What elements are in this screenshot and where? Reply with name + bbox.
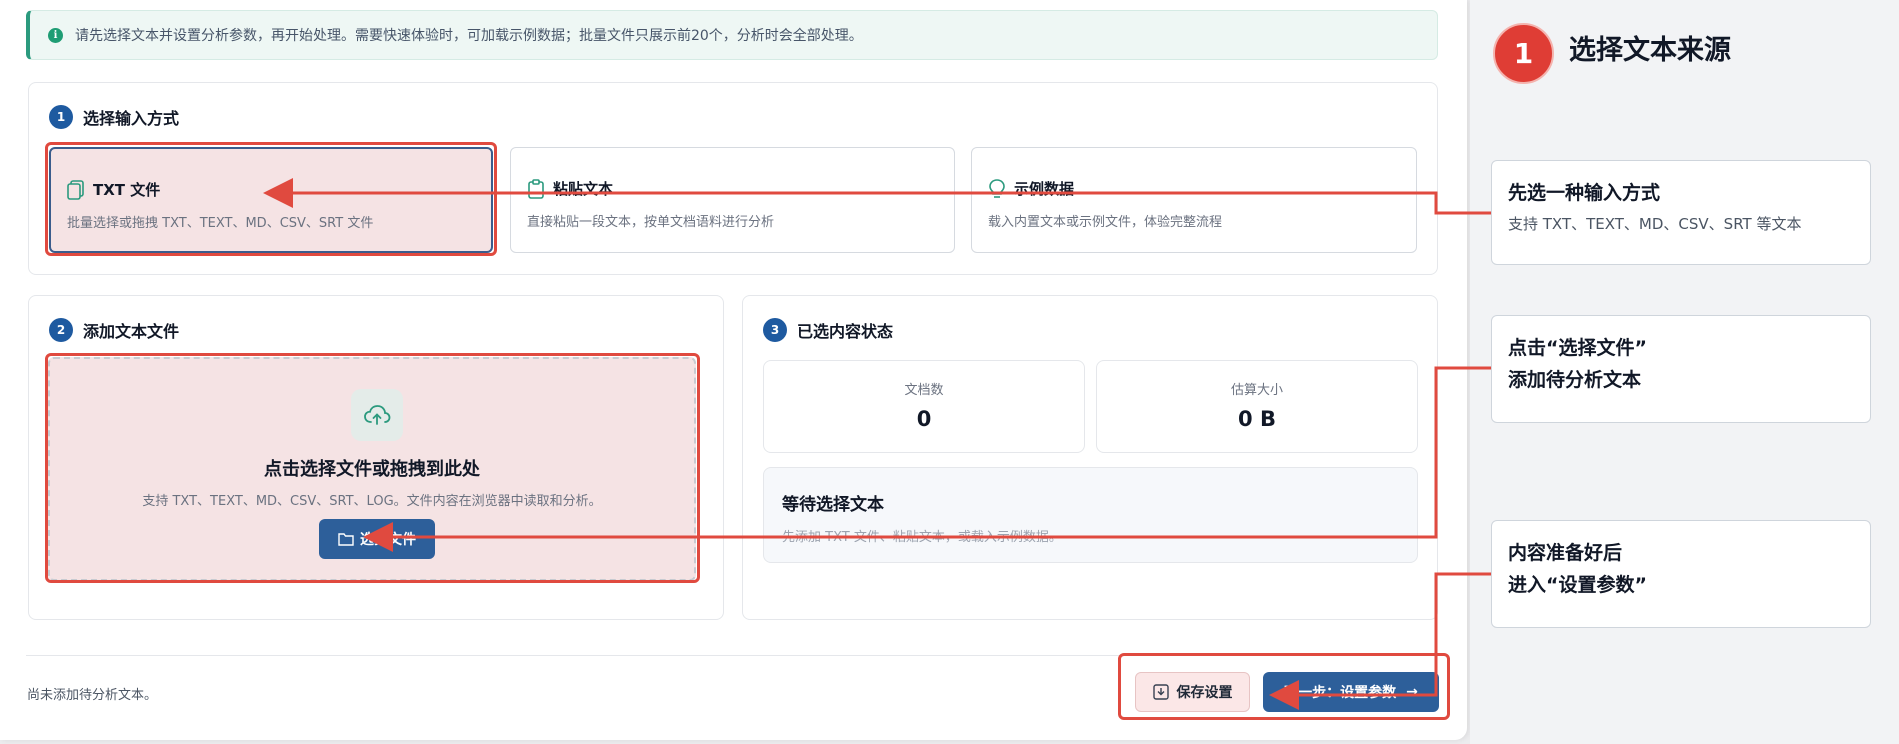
folder-icon <box>338 533 354 546</box>
main-panel: i 请先选择文本并设置分析参数，再开始处理。需要快速体验时，可加载示例数据；批量… <box>0 0 1467 740</box>
option-paste-title: 粘贴文本 <box>553 180 614 198</box>
step-number-circle: 1 <box>1493 23 1554 84</box>
stat-size-label: 估算大小 <box>1230 383 1283 398</box>
add-files-heading: 2 添加文本文件 <box>49 318 179 342</box>
option-txt-file[interactable]: TXT 文件 批量选择或拖拽 TXT、TEXT、MD、CSV、SRT 文件 <box>49 147 493 253</box>
arrow-right-icon: → <box>1406 684 1418 700</box>
callout-3-line2: 进入“设置参数” <box>1508 574 1647 596</box>
selection-status-card <box>742 295 1438 620</box>
stat-doc-count: 文档数 0 <box>763 360 1085 453</box>
callout-3-line1: 内容准备好后 <box>1508 542 1623 564</box>
info-icon: i <box>48 27 63 43</box>
callout-choose-file: 点击“选择文件” 添加待分析文本 <box>1491 315 1871 423</box>
option-txt-desc: 批量选择或拖拽 TXT、TEXT、MD、CSV、SRT 文件 <box>67 216 374 231</box>
step-badge-2: 2 <box>49 318 73 342</box>
file-copy-icon <box>67 179 84 200</box>
option-sample-title: 示例数据 <box>1014 180 1075 198</box>
option-sample-data[interactable]: 示例数据 载入内置文本或示例文件，体验完整流程 <box>971 147 1417 253</box>
download-icon <box>1152 684 1169 700</box>
save-settings-button[interactable]: 保存设置 <box>1135 672 1250 712</box>
waiting-title: 等待选择文本 <box>782 495 884 515</box>
add-files-title: 添加文本文件 <box>83 322 180 341</box>
choose-file-button[interactable]: 选择文件 <box>319 519 435 559</box>
stat-estimated-size: 估算大小 0 B <box>1096 360 1418 453</box>
stat-size-value: 0 B <box>1238 407 1276 431</box>
option-paste-desc: 直接粘贴一段文本，按单文档语料进行分析 <box>527 215 775 230</box>
option-sample-desc: 载入内置文本或示例文件，体验完整流程 <box>988 215 1223 230</box>
footer-status: 尚未添加待分析文本。 <box>27 688 158 703</box>
step-title: 选择文本来源 <box>1569 35 1731 66</box>
selection-status-title: 已选内容状态 <box>797 322 894 341</box>
step-badge-3: 3 <box>763 318 787 342</box>
save-settings-label: 保存设置 <box>1176 685 1233 701</box>
notice-text: 请先选择文本并设置分析参数，再开始处理。需要快速体验时，可加载示例数据；批量文件… <box>75 28 863 44</box>
option-paste-text[interactable]: 粘贴文本 直接粘贴一段文本，按单文档语料进行分析 <box>510 147 955 253</box>
lightbulb-icon <box>989 178 1005 198</box>
info-notice: i 请先选择文本并设置分析参数，再开始处理。需要快速体验时，可加载示例数据；批量… <box>26 10 1438 60</box>
option-txt-title: TXT 文件 <box>93 181 161 199</box>
cloud-upload-box <box>351 389 403 441</box>
callout-2-line1: 点击“选择文件” <box>1508 337 1647 359</box>
callout-1-title: 先选一种输入方式 <box>1508 182 1661 204</box>
input-method-heading: 1 选择输入方式 <box>49 105 179 129</box>
selection-status-heading: 3 已选内容状态 <box>763 318 893 342</box>
choose-file-label: 选择文件 <box>360 532 416 548</box>
callout-input-method: 先选一种输入方式 支持 TXT、TEXT、MD、CSV、SRT 等文本 <box>1491 160 1871 265</box>
waiting-desc: 先添加 TXT 文件、粘贴文本，或载入示例数据。 <box>782 530 1062 545</box>
step-badge-1: 1 <box>49 105 73 129</box>
next-step-label: 下一步：设置参数 <box>1284 685 1397 701</box>
dropzone-desc: 支持 TXT、TEXT、MD、CSV、SRT、LOG。文件内容在浏览器中读取和分… <box>142 494 602 509</box>
callout-1-desc: 支持 TXT、TEXT、MD、CSV、SRT 等文本 <box>1508 215 1802 233</box>
waiting-box: 等待选择文本 先添加 TXT 文件、粘贴文本，或载入示例数据。 <box>763 467 1418 563</box>
callout-2-line2: 添加待分析文本 <box>1508 369 1642 391</box>
footer-divider <box>26 655 1438 656</box>
stat-doc-value: 0 <box>916 407 932 431</box>
cloud-upload-icon <box>364 405 391 425</box>
file-dropzone[interactable]: 点击选择文件或拖拽到此处 支持 TXT、TEXT、MD、CSV、SRT、LOG。… <box>48 357 696 581</box>
stat-doc-label: 文档数 <box>904 383 944 398</box>
input-method-title: 选择输入方式 <box>83 109 180 128</box>
dropzone-title: 点击选择文件或拖拽到此处 <box>264 459 480 480</box>
clipboard-icon <box>528 178 544 199</box>
next-step-button[interactable]: 下一步：设置参数 → <box>1263 672 1439 712</box>
callout-next-step: 内容准备好后 进入“设置参数” <box>1491 520 1871 628</box>
